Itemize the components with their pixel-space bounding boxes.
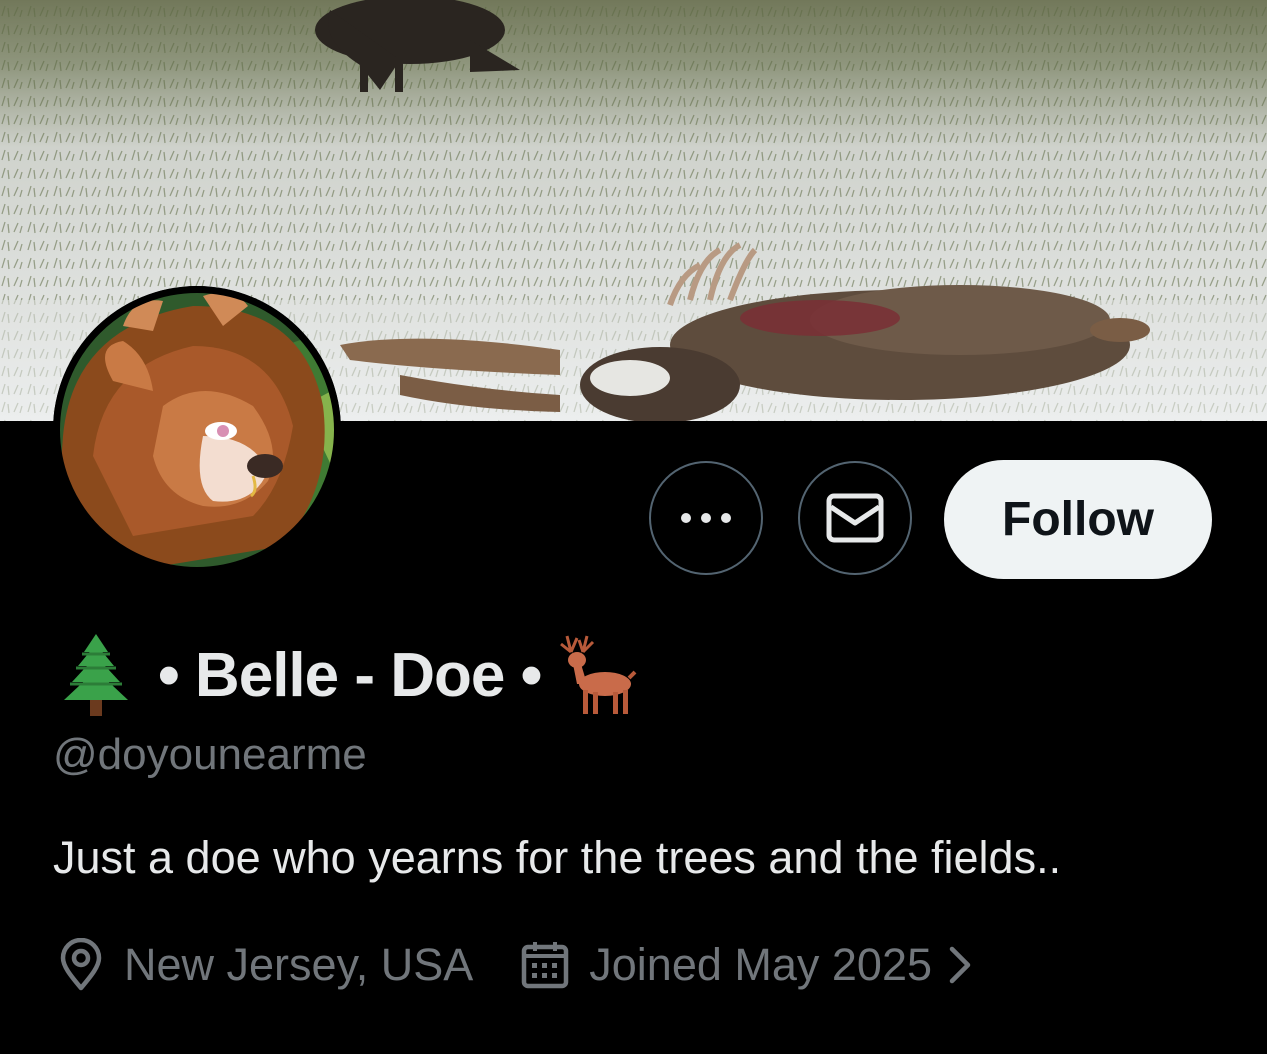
profile-bio: Just a doe who yearns for the trees and … xyxy=(53,832,1062,883)
profile-meta: New Jersey, USA Joined May 2025 xyxy=(58,932,972,998)
evergreen-tree-emoji xyxy=(64,634,128,716)
calendar-icon xyxy=(522,942,569,989)
more-options-button[interactable] xyxy=(649,461,763,575)
message-button[interactable] xyxy=(798,461,912,575)
map-pin-icon xyxy=(60,938,102,991)
profile-location: New Jersey, USA xyxy=(124,939,474,990)
more-horizontal-icon xyxy=(681,513,731,523)
follow-button[interactable]: Follow xyxy=(944,460,1212,579)
profile-avatar[interactable] xyxy=(53,286,341,574)
envelope-icon xyxy=(826,493,884,543)
deer-emoji xyxy=(560,635,637,714)
display-name: • Belle - Doe • xyxy=(158,640,542,710)
profile-handle: @doyounearme xyxy=(53,730,367,779)
display-name-row: • Belle - Doe • xyxy=(56,630,637,720)
profile-joined-date[interactable]: Joined May 2025 xyxy=(589,939,932,991)
chevron-right-icon[interactable] xyxy=(948,945,972,985)
